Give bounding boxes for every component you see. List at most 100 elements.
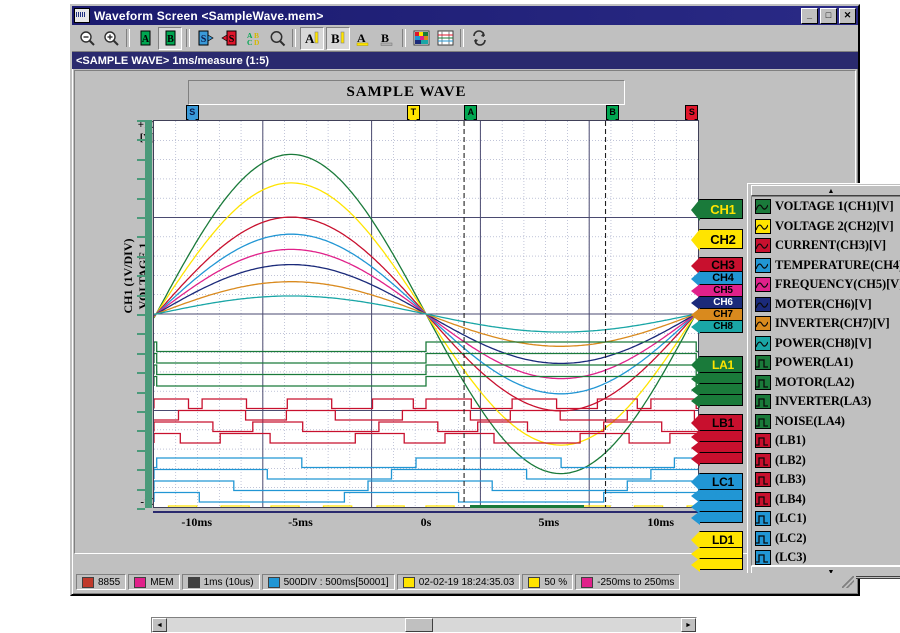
y-axis-tick [137, 217, 145, 219]
channel-tag-label: LB1 [711, 415, 735, 430]
status-sampling-text: 1ms (10us) [203, 576, 254, 588]
status-trigger-pos: 50 % [522, 574, 574, 590]
waveform-plot[interactable] [153, 120, 699, 551]
legend-item[interactable]: (LB1) [752, 431, 900, 451]
jump-a-button[interactable]: A [300, 26, 324, 50]
status-bar: 8855 MEM 1ms (10us) 500DIV : 500ms[50001] 02… [74, 573, 856, 591]
tag-lc1[interactable]: LC1 [691, 473, 743, 491]
ab-search-button[interactable]: ABCD [242, 27, 264, 49]
svg-text:A: A [305, 31, 315, 46]
range-icon [581, 576, 594, 588]
channel-settings-button[interactable] [434, 27, 456, 49]
legend-list: VOLTAGE 1(CH1)[V] VOLTAGE 2(CH2)[V] CURREN… [751, 196, 900, 566]
toolbar-separator-5 [460, 29, 464, 47]
status-memory-text: MEM [150, 576, 174, 588]
legend-item[interactable]: TEMPERATURE(CH4)[V] [752, 256, 900, 276]
measurement-range-bar [153, 505, 699, 509]
cursor-b-button[interactable]: B [158, 26, 182, 50]
channel-tag-label: CH8 [713, 321, 733, 332]
cursor-a-button[interactable]: A [134, 27, 156, 49]
tag-ch2[interactable]: CH2 [691, 229, 743, 251]
measure-b-button[interactable]: B [376, 27, 398, 49]
horizontal-scrollbar[interactable]: ◄ ► [151, 617, 697, 633]
legend-item[interactable]: (LC1) [752, 509, 900, 529]
search-button[interactable] [266, 27, 288, 49]
legend-item[interactable]: MOTER(CH6)[V] [752, 295, 900, 315]
channel-legend-panel[interactable]: ▲ VOLTAGE 1(CH1)[V] VOLTAGE 2(CH2)[V] CURR… [747, 183, 900, 579]
y-axis-tick [137, 255, 145, 258]
marker-trigger[interactable]: T [406, 105, 420, 124]
tag-lc4[interactable]: LC4 [691, 511, 743, 525]
legend-item-label: NOISE(LA4) [775, 413, 845, 428]
tag-la1[interactable]: LA1 [691, 356, 743, 374]
legend-item[interactable]: INVERTER(LA3) [752, 392, 900, 412]
legend-scroll-up-button[interactable]: ▲ [751, 185, 900, 196]
y-axis-tick [137, 449, 145, 452]
pen-icon [187, 576, 200, 588]
analog-wave-icon [755, 316, 771, 332]
resize-grip[interactable] [842, 576, 854, 588]
channel-tag-label: CH2 [710, 231, 736, 247]
channel-tag-label: CH4 [712, 272, 734, 284]
legend-item[interactable]: MOTOR(LA2) [752, 373, 900, 393]
window-controls: _ □ ✕ [801, 7, 856, 24]
legend-item[interactable]: POWER(CH8)[V] [752, 334, 900, 354]
legend-item-label: INVERTER(LA3) [775, 394, 872, 409]
legend-item-label: (LC3) [775, 550, 807, 565]
legend-item[interactable]: (LC2) [752, 529, 900, 549]
legend-item[interactable]: VOLTAGE 1(CH1)[V] [752, 197, 900, 217]
plot-wrapper[interactable] [153, 120, 699, 551]
zoom-in-button[interactable] [100, 27, 122, 49]
legend-item-label: MOTER(CH6)[V] [775, 296, 872, 311]
legend-item[interactable]: (LB3) [752, 470, 900, 490]
legend-item-label: INVERTER(CH7)[V] [775, 316, 890, 331]
scroll-right-button[interactable]: ► [681, 618, 696, 632]
legend-item[interactable]: INVERTER(CH7)[V] [752, 314, 900, 334]
scroll-left-button[interactable]: ◄ [152, 618, 167, 632]
logic-wave-icon [755, 472, 771, 488]
legend-item[interactable]: FREQUENCY(CH5)[V] [752, 275, 900, 295]
legend-item-label: MOTOR(LA2) [775, 374, 855, 389]
start-marker-button[interactable]: S [194, 27, 216, 49]
x-tick-label: -10ms [181, 515, 213, 529]
zoom-out-button[interactable] [76, 27, 98, 49]
logic-wave-icon [755, 433, 771, 449]
display-settings-button[interactable] [410, 27, 432, 49]
tag-ch4[interactable]: CH4 [691, 271, 743, 287]
measure-a-button[interactable]: A [352, 27, 374, 49]
legend-item[interactable]: NOISE(LA4) [752, 412, 900, 432]
tag-la4[interactable]: LA4 [691, 394, 743, 408]
tag-lb1[interactable]: LB1 [691, 414, 743, 432]
legend-item[interactable]: CURRENT(CH3)[V] [752, 236, 900, 256]
tag-ld1[interactable]: LD1 [691, 531, 743, 549]
legend-item[interactable]: (LB2) [752, 451, 900, 471]
marker-end[interactable]: S [685, 105, 699, 124]
legend-item[interactable]: VOLTAGE 2(CH2)[V] [752, 217, 900, 237]
marker-a[interactable]: A [464, 105, 478, 124]
status-device-text: 8855 [98, 576, 121, 588]
end-marker-button[interactable]: S [218, 27, 240, 49]
jump-b-button[interactable]: B [326, 26, 350, 50]
marker-b[interactable]: B [606, 105, 620, 124]
tag-ld4[interactable]: LD4 [691, 558, 743, 572]
tag-lb4[interactable]: LB4 [691, 452, 743, 466]
refresh-button[interactable] [468, 27, 490, 49]
legend-item[interactable]: (LB4) [752, 490, 900, 510]
maximize-button[interactable]: □ [820, 7, 837, 24]
cursor-marker-strip: STABS [153, 105, 699, 124]
logic-wave-icon [755, 511, 771, 527]
y-axis-tick [137, 314, 145, 316]
minimize-button[interactable]: _ [801, 7, 818, 24]
legend-item[interactable]: (LC3) [752, 548, 900, 565]
legend-item[interactable]: POWER(LA1) [752, 353, 900, 373]
close-button[interactable]: ✕ [839, 7, 856, 24]
tag-ch8[interactable]: CH8 [691, 320, 743, 334]
channel-tag-label: LD2 [714, 548, 732, 558]
svg-text:C: C [247, 38, 252, 46]
logic-wave-icon [755, 452, 771, 468]
marker-start[interactable]: S [185, 105, 199, 124]
tag-ch1[interactable]: CH1 [691, 199, 743, 221]
legend-item-label: (LB2) [775, 452, 806, 467]
measurement-subtitle: <SAMPLE WAVE> 1ms/measure (1:5) [72, 52, 858, 69]
scrollbar-thumb[interactable] [405, 618, 433, 632]
